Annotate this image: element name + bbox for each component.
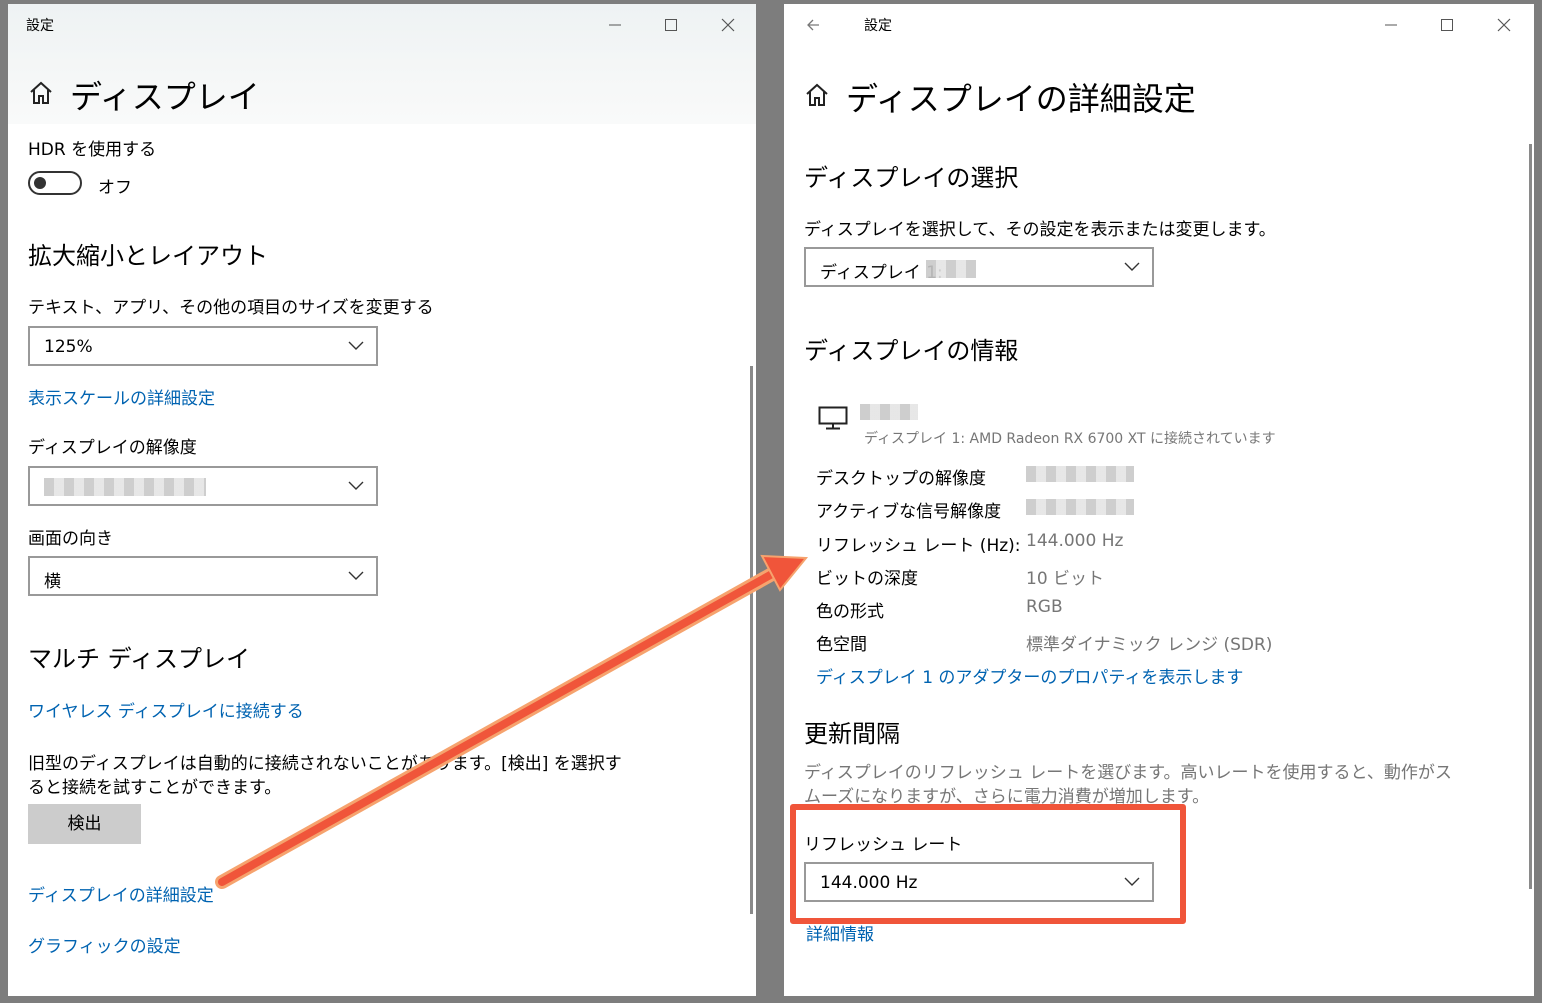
annotation-arrow (215, 554, 809, 889)
